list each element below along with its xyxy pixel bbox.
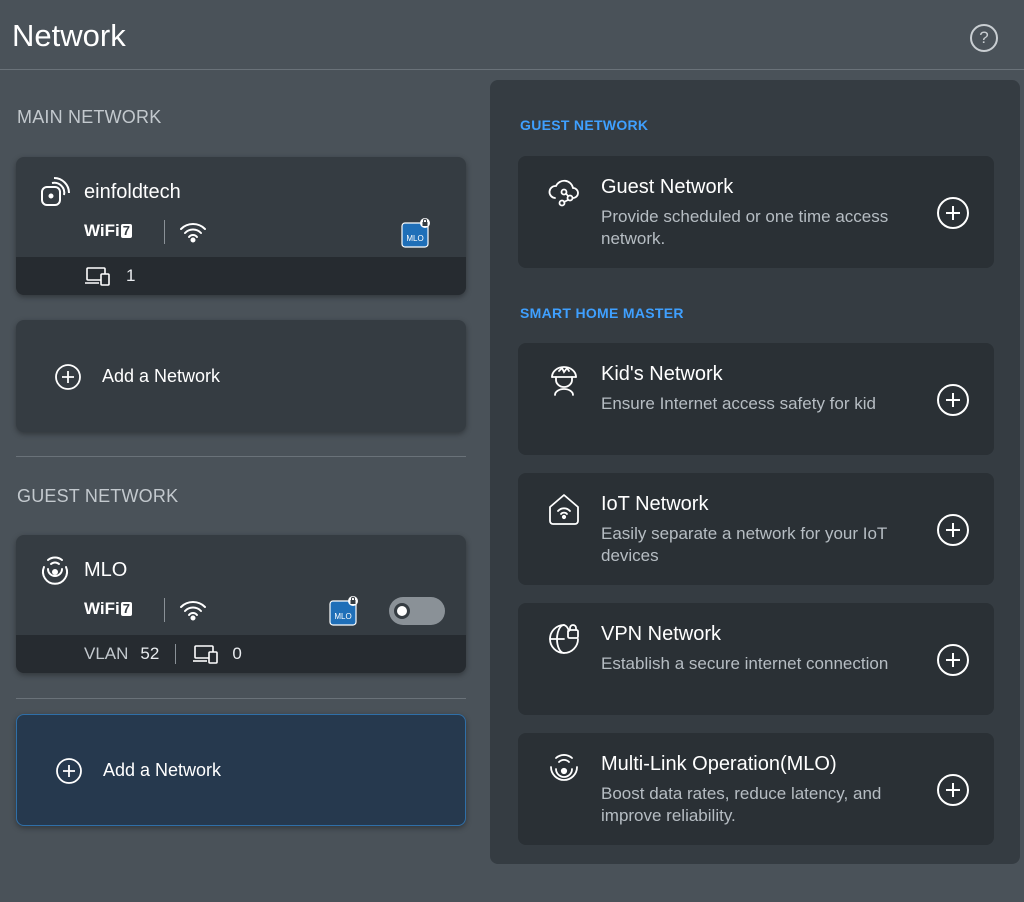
- network-name: einfoldtech: [84, 181, 181, 203]
- section-divider: [16, 698, 466, 699]
- wifi7-logo: WiFi 7: [84, 599, 132, 618]
- option-title: Multi-Link Operation(MLO): [601, 753, 837, 775]
- svg-text:MLO: MLO: [334, 612, 351, 621]
- guest-network-toggle[interactable]: [389, 597, 445, 625]
- option-title: VPN Network: [601, 623, 722, 645]
- svg-text:MLO: MLO: [406, 234, 423, 243]
- plus-circle-icon[interactable]: [936, 196, 970, 230]
- section-divider: [16, 456, 466, 457]
- device-count: 0: [232, 644, 242, 663]
- globe-lock-icon: [549, 624, 579, 654]
- smart-home-master-heading: SMART HOME MASTER: [520, 305, 684, 321]
- add-main-network-button[interactable]: Add a Network: [16, 320, 466, 432]
- divider: [164, 598, 165, 622]
- page-title: Network: [12, 18, 126, 53]
- network-types-panel: GUEST NETWORK Guest Network Provide sche…: [490, 80, 1020, 864]
- network-name: MLO: [84, 559, 128, 581]
- option-description: Establish a secure internet connection: [601, 654, 889, 673]
- option-title: Guest Network: [601, 176, 734, 198]
- vlan-label: VLAN: [84, 644, 129, 663]
- home-wifi-icon: [549, 494, 579, 525]
- guest-network-heading: GUEST NETWORK: [520, 117, 649, 133]
- add-guest-network-button[interactable]: Add a Network: [16, 714, 466, 826]
- device-count: 1: [126, 266, 136, 285]
- mlo-signal-icon: [42, 556, 68, 585]
- vlan-id: 52: [140, 644, 160, 663]
- network-footer: 1: [16, 257, 466, 295]
- add-network-label: Add a Network: [102, 366, 221, 386]
- cloud-network-icon: [548, 179, 579, 207]
- main-network-card[interactable]: einfoldtech WiFi 7 MLO 1: [16, 157, 466, 295]
- plus-circle-icon: [56, 758, 82, 784]
- guest-network-label: GUEST NETWORK: [17, 486, 179, 506]
- kids-network-option[interactable]: Kid's Network Ensure Internet access saf…: [518, 343, 994, 455]
- help-icon[interactable]: ?: [970, 24, 998, 52]
- plus-circle-icon[interactable]: [936, 643, 970, 677]
- page-header: Network ?: [0, 0, 1024, 70]
- vpn-network-option[interactable]: VPN Network Establish a secure internet …: [518, 603, 994, 715]
- option-title: Kid's Network: [601, 363, 723, 385]
- mlo-badge-icon: MLO: [401, 218, 430, 248]
- add-network-label: Add a Network: [103, 760, 222, 780]
- wifi7-logo: WiFi 7: [84, 221, 132, 240]
- wifi-icon: [180, 223, 206, 243]
- wifi-icon: [180, 601, 206, 621]
- kid-icon: [551, 366, 577, 396]
- option-description: Ensure Internet access safety for kid: [601, 394, 876, 413]
- guest-network-card[interactable]: MLO WiFi 7 MLO VLAN 52 0: [16, 535, 466, 673]
- plus-circle-icon[interactable]: [936, 383, 970, 417]
- option-description: Easily separate a network for your IoT d…: [601, 524, 887, 565]
- iot-network-option[interactable]: IoT Network Easily separate a network fo…: [518, 473, 994, 585]
- devices-icon: [193, 645, 219, 664]
- plus-circle-icon[interactable]: [936, 513, 970, 547]
- mlo-icon: [550, 754, 578, 781]
- devices-icon: [85, 267, 110, 286]
- mlo-badge-icon: MLO: [329, 596, 358, 626]
- plus-circle-icon[interactable]: [936, 773, 970, 807]
- plus-circle-icon: [55, 364, 81, 390]
- option-title: IoT Network: [601, 493, 709, 515]
- divider: [175, 644, 177, 664]
- guest-network-option[interactable]: Guest Network Provide scheduled or one t…: [518, 156, 994, 268]
- divider: [164, 220, 165, 244]
- option-description: Boost data rates, reduce latency, and im…: [601, 784, 882, 825]
- network-footer: VLAN 52 0: [16, 635, 466, 673]
- main-network-label: MAIN NETWORK: [17, 107, 162, 127]
- mlo-option[interactable]: Multi-Link Operation(MLO) Boost data rat…: [518, 733, 994, 845]
- option-description: Provide scheduled or one time access net…: [601, 207, 889, 248]
- router-signal-icon: [41, 177, 70, 206]
